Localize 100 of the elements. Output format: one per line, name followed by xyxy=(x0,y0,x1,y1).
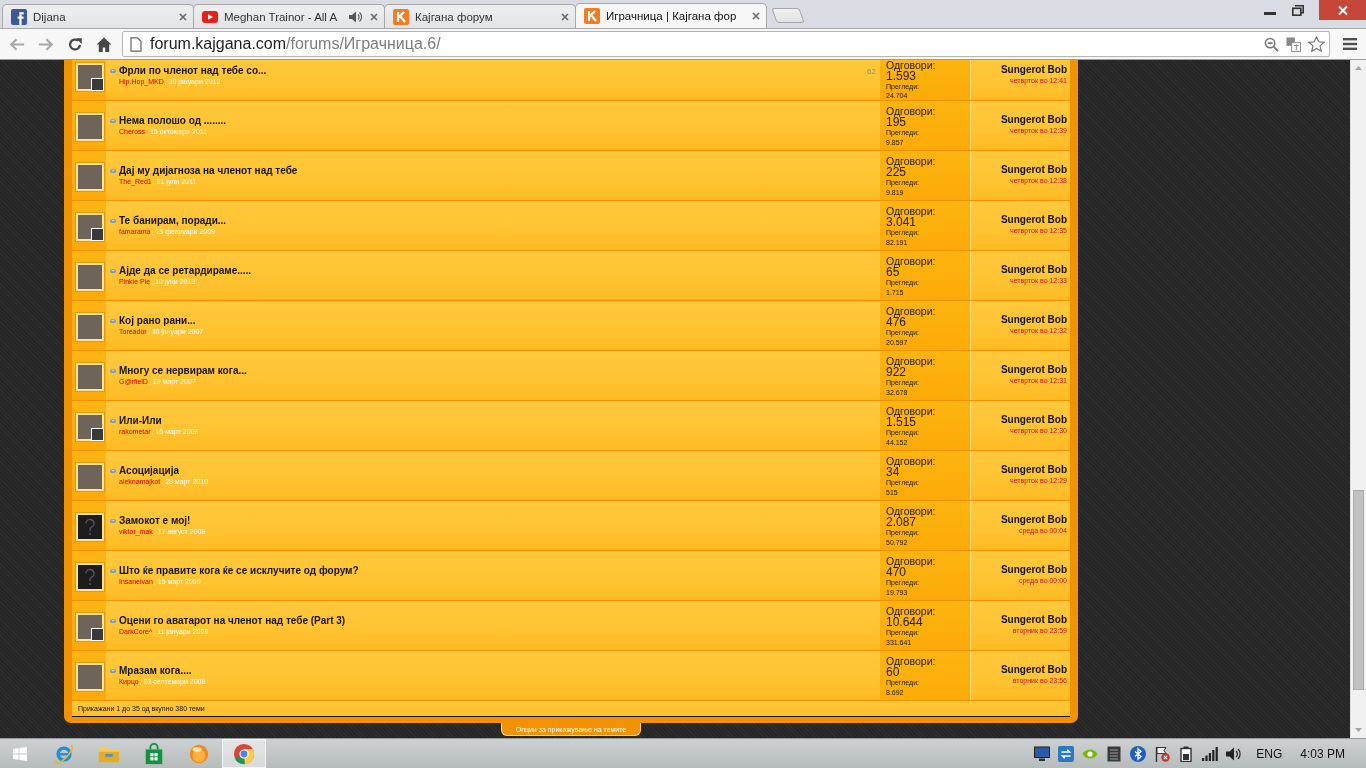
last-poster-link[interactable]: Sungerot Bob xyxy=(1000,163,1067,176)
scrollbar-thumb[interactable] xyxy=(1353,490,1364,690)
close-icon[interactable] xyxy=(370,12,378,21)
url-text[interactable]: forum.kajgana.com/forums/Играчница.6/ xyxy=(150,35,441,53)
restore-icon[interactable] xyxy=(1292,4,1304,16)
bullet-icon xyxy=(110,119,116,123)
bullet-icon xyxy=(110,169,116,173)
avatar-photo[interactable] xyxy=(76,63,104,91)
battery-icon[interactable] xyxy=(1178,745,1195,762)
replies-count: 470 xyxy=(886,567,907,578)
window-close-button[interactable] xyxy=(1319,0,1366,20)
replies-label: Одговори: xyxy=(886,155,936,167)
bullet-icon xyxy=(110,469,116,473)
browser-tab[interactable]: Кајгана форум xyxy=(384,4,576,28)
shopping-bag-icon xyxy=(143,742,165,765)
replies-label: Одговори: xyxy=(886,60,936,71)
play-button-icon xyxy=(202,8,218,25)
close-icon[interactable] xyxy=(179,12,187,21)
thread-title-link[interactable]: Кој рано рани... xyxy=(119,314,196,327)
close-icon[interactable] xyxy=(561,12,569,21)
speaker-icon[interactable] xyxy=(1226,745,1243,762)
browser-tab[interactable]: Играчница | Кајгана фор xyxy=(575,3,767,28)
star-icon[interactable] xyxy=(1308,36,1325,52)
thread-title-link[interactable]: Што ќе правите кога ќе се исклучите од форум? xyxy=(119,564,359,577)
thread-title-link[interactable]: Оцени го аватарот на членот над тебе (Part 3) xyxy=(119,614,346,627)
replies-count: 225 xyxy=(886,167,907,178)
question-avatar-icon[interactable] xyxy=(76,563,104,591)
last-poster-link[interactable]: Sungerot Bob xyxy=(1000,63,1067,76)
thread-title-link[interactable]: Мразам кога.... xyxy=(119,664,192,677)
replies-count: 2.087 xyxy=(886,517,917,528)
avatar-photo[interactable] xyxy=(76,613,104,641)
arrows-square-icon[interactable] xyxy=(1058,745,1075,762)
logo-icon xyxy=(11,8,27,25)
browser-tab[interactable]: Dijana xyxy=(2,4,194,28)
replies-label: Одговори: xyxy=(886,555,936,567)
last-poster-link[interactable]: Sungerot Bob xyxy=(1000,313,1067,326)
last-poster-link[interactable]: Sungerot Bob xyxy=(1000,413,1067,426)
menu-icon[interactable] xyxy=(1343,38,1357,50)
bullet-icon xyxy=(110,319,116,323)
last-poster-link[interactable]: Sungerot Bob xyxy=(1000,263,1067,276)
thread-title-link[interactable]: Асоцијација xyxy=(119,464,180,477)
scrollbar-track[interactable] xyxy=(1350,60,1366,738)
replies-count: 60 xyxy=(886,667,900,678)
ball-icon xyxy=(188,742,210,765)
replies-count: 65 xyxy=(886,267,900,278)
last-poster-link[interactable]: Sungerot Bob xyxy=(1000,213,1067,226)
replies-label: Одговори: xyxy=(886,255,936,267)
replies-count: 10.644 xyxy=(886,617,923,628)
thread-title-link[interactable]: Те банирам, поради... xyxy=(119,214,227,227)
taskbar-app-button[interactable] xyxy=(222,739,266,768)
replies-count: 476 xyxy=(886,317,907,328)
avatar-photo[interactable] xyxy=(76,213,104,241)
thread-title-link[interactable]: Нема полошо од ........ xyxy=(119,114,227,127)
home-icon[interactable] xyxy=(96,36,112,52)
last-poster-link[interactable]: Sungerot Bob xyxy=(1000,463,1067,476)
bullet-icon xyxy=(110,269,116,273)
monitor-icon[interactable] xyxy=(1034,745,1051,762)
thread-title-link[interactable]: Ајде да се ретардираме..... xyxy=(119,264,252,277)
question-avatar-icon[interactable] xyxy=(76,513,104,541)
bullet-icon xyxy=(110,619,116,623)
thread-title-link[interactable]: Дај му дијагноза на членот над тебе xyxy=(119,164,298,177)
small-avatar-photo[interactable] xyxy=(91,628,104,641)
language-indicator[interactable]: ENG xyxy=(1256,746,1283,761)
logo-icon xyxy=(584,8,600,24)
thread-title-link[interactable]: Многу се нервирам кога... xyxy=(119,364,247,377)
minimize-icon[interactable] xyxy=(1264,11,1276,15)
thread-title-link[interactable]: Замокот е мој! xyxy=(119,514,191,527)
striped-box-icon[interactable] xyxy=(1106,745,1123,762)
replies-label: Одговори: xyxy=(886,105,936,117)
thread-title-link[interactable]: Фрли по членот над тебе со... xyxy=(119,64,267,77)
browser-tab[interactable]: Meghan Trainor - All A xyxy=(193,4,385,28)
avatar-photo[interactable] xyxy=(76,413,104,441)
page-icon xyxy=(130,36,142,52)
translate-icon[interactable] xyxy=(1286,36,1301,52)
thread-title-link[interactable]: Или-Или xyxy=(119,414,162,427)
replies-count: 34 xyxy=(886,467,900,478)
small-avatar-photo[interactable] xyxy=(91,228,104,241)
last-poster-link[interactable]: Sungerot Bob xyxy=(1000,663,1067,676)
bluetooth-icon[interactable] xyxy=(1130,745,1147,762)
close-icon xyxy=(1337,5,1348,15)
close-icon[interactable] xyxy=(752,12,760,20)
clock-text[interactable]: 4:03 PM xyxy=(1300,746,1345,761)
last-poster-link[interactable]: Sungerot Bob xyxy=(1000,113,1067,126)
replies-label: Одговори: xyxy=(886,455,936,467)
small-avatar-photo[interactable] xyxy=(91,78,104,91)
last-poster-link[interactable]: Sungerot Bob xyxy=(1000,613,1067,626)
bullet-icon xyxy=(110,69,116,73)
flag-x-icon[interactable] xyxy=(1154,745,1171,762)
last-poster-link[interactable]: Sungerot Bob xyxy=(1000,513,1067,526)
last-poster-link[interactable]: Sungerot Bob xyxy=(1000,563,1067,576)
last-poster-link[interactable]: Sungerot Bob xyxy=(1000,363,1067,376)
small-avatar-photo[interactable] xyxy=(91,428,104,441)
replies-count: 195 xyxy=(886,117,907,128)
bullet-icon xyxy=(110,219,116,223)
replies-count: 1.515 xyxy=(886,417,917,428)
signal-bars-icon[interactable] xyxy=(1202,745,1219,762)
address-field[interactable]: forum.kajgana.com/forums/Играчница.6/ xyxy=(122,31,1330,57)
replies-count: 3.041 xyxy=(886,217,917,228)
magnifier-minus-icon[interactable] xyxy=(1264,36,1279,52)
reload-icon[interactable] xyxy=(67,36,83,52)
